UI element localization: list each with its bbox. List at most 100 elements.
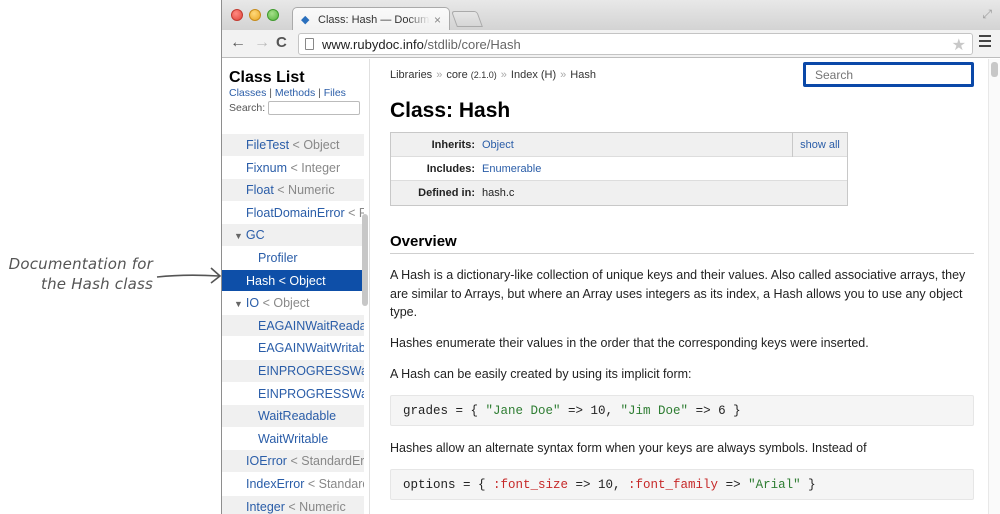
code-token: =>	[718, 478, 749, 492]
code-symbol: :font_size	[493, 478, 569, 492]
superclass-label: < StandardError	[290, 454, 364, 469]
code-token: => 10,	[560, 404, 621, 418]
classes-link[interactable]: Classes	[229, 87, 266, 99]
main-scrollbar-track[interactable]	[988, 59, 1000, 514]
class-name-link[interactable]: IndexError	[246, 477, 304, 491]
tab-close-icon[interactable]: ×	[434, 13, 441, 27]
show-all-link[interactable]: show all	[792, 132, 847, 157]
fullscreen-icon[interactable]: ⤢	[982, 7, 992, 22]
breadcrumb: Libraries» core (2.1.0)» Index (H)» Hash	[390, 69, 596, 81]
class-name-link[interactable]: Profiler	[258, 251, 298, 265]
class-name-link[interactable]: EAGAINWaitWritable	[258, 341, 364, 355]
class-list-item[interactable]: WaitWritable	[222, 426, 364, 450]
class-name-link[interactable]: Integer	[246, 500, 285, 514]
class-list-item[interactable]: ▼ IO < Object	[222, 291, 364, 314]
includes-label: Includes:	[426, 162, 475, 175]
class-name-link[interactable]: Hash	[246, 274, 275, 288]
url-path: /stdlib/core/Hash	[423, 36, 521, 52]
class-list-item[interactable]: Fixnum < Integer	[222, 155, 364, 179]
rubydoc-favicon-icon: ◆	[301, 13, 310, 26]
doc-search-input[interactable]	[803, 62, 974, 87]
sidebar-search: Search:	[229, 101, 361, 115]
code-example-implicit: grades = { "Jane Doe" => 10, "Jim Doe" =…	[390, 395, 974, 426]
class-list-item[interactable]: IOError < StandardError	[222, 449, 364, 472]
class-list-item[interactable]: EAGAINWaitWritable	[222, 336, 364, 359]
defined-in-row: Defined in: hash.c	[391, 181, 847, 205]
class-list-item[interactable]: Hash < Object	[222, 268, 364, 292]
class-list-item[interactable]: FileTest < Object	[222, 133, 364, 156]
inherits-label: Inherits:	[431, 138, 475, 151]
superclass-label: < Numeric	[284, 499, 346, 514]
annotation-line-2: the Hash class	[41, 275, 153, 293]
class-list-item[interactable]: Float < Numeric	[222, 178, 364, 201]
superclass-label: < StandardError	[307, 476, 364, 491]
close-window-button[interactable]	[231, 9, 243, 21]
tab-title: Class: Hash — Documentation	[318, 13, 430, 26]
class-name-link[interactable]: GC	[246, 228, 265, 242]
hamburger-menu-icon[interactable]	[979, 35, 991, 50]
class-name-link[interactable]: EAGAINWaitReadable	[258, 319, 364, 333]
overview-heading: Overview	[390, 233, 457, 250]
title-bar: ◆ Class: Hash — Documentation × ⤢	[222, 0, 1000, 31]
reload-button[interactable]: C	[276, 34, 287, 52]
class-name-link[interactable]: Fixnum	[246, 161, 287, 175]
new-tab-button[interactable]	[451, 11, 483, 27]
breadcrumb-index[interactable]: Index (H)	[511, 69, 556, 81]
overview-paragraph: Hashes allow an alternate syntax form wh…	[390, 441, 867, 455]
minimize-window-button[interactable]	[249, 9, 261, 21]
bookmark-star-icon[interactable]: ★	[952, 35, 966, 55]
forward-button[interactable]: →	[254, 34, 270, 52]
superclass-label: < Object	[275, 273, 326, 288]
inherits-link[interactable]: Object	[482, 139, 792, 151]
window-controls	[231, 9, 279, 21]
breadcrumb-core[interactable]: core	[446, 69, 467, 81]
breadcrumb-current: Hash	[570, 69, 596, 81]
class-list-item[interactable]: IndexError < StandardError	[222, 471, 364, 495]
sidebar-scrollbar[interactable]	[362, 214, 368, 306]
annotation-callout: Documentation for the Hash class	[0, 250, 225, 310]
class-name-link[interactable]: WaitWritable	[258, 432, 328, 446]
defined-in-label: Defined in:	[418, 187, 475, 199]
class-list-item[interactable]: WaitReadable	[222, 404, 364, 427]
annotation-text: Documentation for the Hash class	[9, 254, 153, 294]
overview-paragraph: Hashes enumerate their values in the ord…	[390, 336, 869, 350]
expand-triangle-icon[interactable]: ▼	[234, 299, 243, 309]
files-link[interactable]: Files	[324, 87, 346, 99]
class-info-box: Inherits: Object show all Includes: Enum…	[390, 132, 848, 206]
class-list-item[interactable]: Profiler	[222, 245, 364, 269]
sidebar-search-input[interactable]	[268, 101, 361, 115]
code-token: => 10,	[568, 478, 629, 492]
superclass-label: < Object	[259, 296, 310, 311]
search-label: Search:	[229, 102, 266, 114]
class-name-link[interactable]: WaitReadable	[258, 409, 336, 423]
class-name-link[interactable]: Float	[246, 183, 274, 197]
includes-row: Includes: Enumerable	[391, 157, 847, 181]
breadcrumb-core-version: (2.1.0)	[470, 70, 497, 80]
annotation-line-1: Documentation for	[8, 255, 153, 273]
class-list-item[interactable]: FloatDomainError < RangeError	[222, 200, 364, 224]
class-list-item[interactable]: EAGAINWaitReadable	[222, 313, 364, 337]
class-list-item[interactable]: EINPROGRESSWaitWritable	[222, 381, 364, 405]
class-name-link[interactable]: FloatDomainError	[246, 206, 345, 220]
expand-triangle-icon[interactable]: ▼	[234, 231, 243, 241]
class-name-link[interactable]: IO	[246, 296, 259, 310]
sidebar-nav-links: Classes | Methods | Files	[229, 87, 346, 99]
zoom-window-button[interactable]	[267, 9, 279, 21]
class-name-link[interactable]: EINPROGRESSWaitReadable	[258, 364, 364, 378]
code-symbol: :font_family	[628, 478, 719, 492]
breadcrumb-libraries[interactable]: Libraries	[390, 69, 432, 81]
breadcrumb-separator: »	[500, 69, 507, 81]
code-token: grades = {	[403, 404, 486, 418]
class-name-link[interactable]: IOError	[246, 454, 287, 468]
main-scrollbar-thumb[interactable]	[991, 62, 998, 77]
class-name-link[interactable]: EINPROGRESSWaitWritable	[258, 387, 364, 401]
back-button[interactable]: ←	[230, 34, 246, 52]
class-list-item[interactable]: EINPROGRESSWaitReadable	[222, 358, 364, 382]
class-list-item[interactable]: ▼ GC	[222, 223, 364, 246]
class-list-item[interactable]: Integer < Numeric	[222, 494, 364, 514]
address-bar[interactable]: www.rubydoc.info/stdlib/core/Hash ★	[298, 33, 973, 55]
methods-link[interactable]: Methods	[275, 87, 315, 99]
class-name-link[interactable]: FileTest	[246, 138, 289, 152]
includes-link[interactable]: Enumerable	[482, 163, 847, 175]
browser-tab[interactable]: ◆ Class: Hash — Documentation ×	[292, 7, 450, 31]
